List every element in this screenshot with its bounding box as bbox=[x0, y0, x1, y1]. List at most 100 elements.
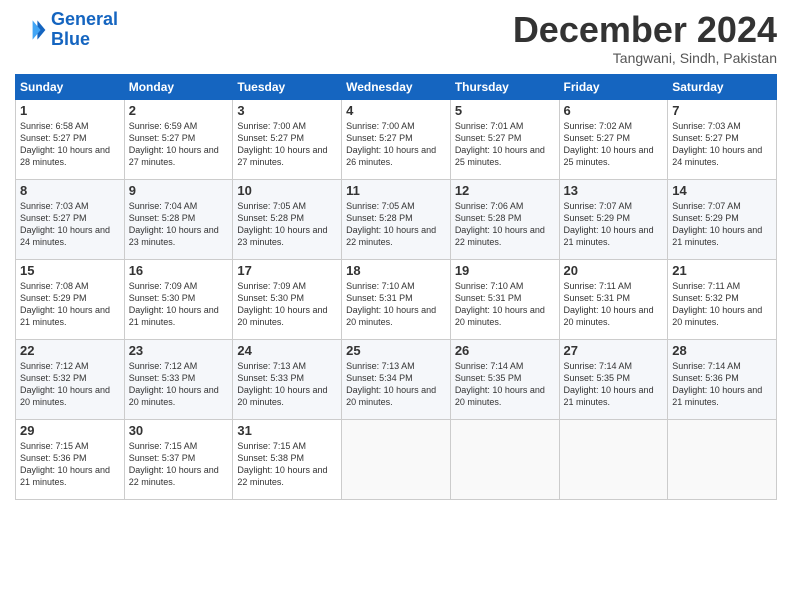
table-row: 23 Sunrise: 7:12 AMSunset: 5:33 PMDayligh… bbox=[124, 339, 233, 419]
day-number: 22 bbox=[20, 343, 120, 358]
day-number: 9 bbox=[129, 183, 229, 198]
table-row: 5 Sunrise: 7:01 AMSunset: 5:27 PMDaylight… bbox=[450, 99, 559, 179]
col-thursday: Thursday bbox=[450, 74, 559, 99]
logo-icon bbox=[15, 14, 47, 46]
day-number: 1 bbox=[20, 103, 120, 118]
col-saturday: Saturday bbox=[668, 74, 777, 99]
header: General Blue December 2024 Tangwani, Sin… bbox=[15, 10, 777, 66]
day-info: Sunrise: 7:00 AMSunset: 5:27 PMDaylight:… bbox=[346, 120, 446, 169]
table-row: 11 Sunrise: 7:05 AMSunset: 5:28 PMDayligh… bbox=[342, 179, 451, 259]
col-monday: Monday bbox=[124, 74, 233, 99]
calendar-row: 29Sunrise: 7:15 AMSunset: 5:36 PMDayligh… bbox=[16, 419, 777, 499]
day-number: 23 bbox=[129, 343, 229, 358]
logo-line1: General bbox=[51, 9, 118, 29]
day-number: 6 bbox=[564, 103, 664, 118]
day-number: 17 bbox=[237, 263, 337, 278]
calendar-row: 8Sunrise: 7:03 AMSunset: 5:27 PMDaylight… bbox=[16, 179, 777, 259]
day-info: Sunrise: 7:08 AMSunset: 5:29 PMDaylight:… bbox=[20, 280, 120, 329]
table-row: 28 Sunrise: 7:14 AMSunset: 5:36 PMDayligh… bbox=[668, 339, 777, 419]
table-row: 15 Sunrise: 7:08 AMSunset: 5:29 PMDayligh… bbox=[16, 259, 125, 339]
table-row: 10 Sunrise: 7:05 AMSunset: 5:28 PMDayligh… bbox=[233, 179, 342, 259]
table-row: 8Sunrise: 7:03 AMSunset: 5:27 PMDaylight… bbox=[16, 179, 125, 259]
day-number: 13 bbox=[564, 183, 664, 198]
day-number: 31 bbox=[237, 423, 337, 438]
table-row: 14Sunrise: 7:07 AMSunset: 5:29 PMDayligh… bbox=[668, 179, 777, 259]
day-info: Sunrise: 7:05 AMSunset: 5:28 PMDaylight:… bbox=[237, 200, 337, 249]
day-number: 3 bbox=[237, 103, 337, 118]
day-info: Sunrise: 7:14 AMSunset: 5:36 PMDaylight:… bbox=[672, 360, 772, 409]
logo-line2: Blue bbox=[51, 30, 118, 50]
table-row: 6Sunrise: 7:02 AMSunset: 5:27 PMDaylight… bbox=[559, 99, 668, 179]
day-info: Sunrise: 7:14 AMSunset: 5:35 PMDaylight:… bbox=[455, 360, 555, 409]
day-number: 16 bbox=[129, 263, 229, 278]
day-info: Sunrise: 7:10 AMSunset: 5:31 PMDaylight:… bbox=[346, 280, 446, 329]
day-number: 5 bbox=[455, 103, 555, 118]
day-info: Sunrise: 7:12 AMSunset: 5:33 PMDaylight:… bbox=[129, 360, 229, 409]
calendar-row: 1 Sunrise: 6:58 AMSunset: 5:27 PMDaylight… bbox=[16, 99, 777, 179]
calendar-page: General Blue December 2024 Tangwani, Sin… bbox=[0, 0, 792, 612]
col-wednesday: Wednesday bbox=[342, 74, 451, 99]
location: Tangwani, Sindh, Pakistan bbox=[513, 50, 777, 66]
table-row: 25 Sunrise: 7:13 AMSunset: 5:34 PMDayligh… bbox=[342, 339, 451, 419]
day-number: 7 bbox=[672, 103, 772, 118]
table-row bbox=[450, 419, 559, 499]
table-row: 2 Sunrise: 6:59 AMSunset: 5:27 PMDaylight… bbox=[124, 99, 233, 179]
table-row: 30 Sunrise: 7:15 AMSunset: 5:37 PMDayligh… bbox=[124, 419, 233, 499]
table-row: 31 Sunrise: 7:15 AMSunset: 5:38 PMDayligh… bbox=[233, 419, 342, 499]
day-info: Sunrise: 7:07 AMSunset: 5:29 PMDaylight:… bbox=[672, 200, 772, 249]
day-info: Sunrise: 7:09 AMSunset: 5:30 PMDaylight:… bbox=[129, 280, 229, 329]
day-info: Sunrise: 7:14 AMSunset: 5:35 PMDaylight:… bbox=[564, 360, 664, 409]
day-number: 15 bbox=[20, 263, 120, 278]
day-number: 19 bbox=[455, 263, 555, 278]
table-row bbox=[559, 419, 668, 499]
day-info: Sunrise: 7:03 AMSunset: 5:27 PMDaylight:… bbox=[672, 120, 772, 169]
day-info: Sunrise: 7:09 AMSunset: 5:30 PMDaylight:… bbox=[237, 280, 337, 329]
day-number: 4 bbox=[346, 103, 446, 118]
table-row: 7 Sunrise: 7:03 AMSunset: 5:27 PMDaylight… bbox=[668, 99, 777, 179]
header-row: Sunday Monday Tuesday Wednesday Thursday… bbox=[16, 74, 777, 99]
day-info: Sunrise: 7:06 AMSunset: 5:28 PMDaylight:… bbox=[455, 200, 555, 249]
day-info: Sunrise: 7:01 AMSunset: 5:27 PMDaylight:… bbox=[455, 120, 555, 169]
table-row: 29Sunrise: 7:15 AMSunset: 5:36 PMDayligh… bbox=[16, 419, 125, 499]
day-number: 20 bbox=[564, 263, 664, 278]
day-number: 11 bbox=[346, 183, 446, 198]
day-info: Sunrise: 7:11 AMSunset: 5:31 PMDaylight:… bbox=[564, 280, 664, 329]
day-info: Sunrise: 7:15 AMSunset: 5:38 PMDaylight:… bbox=[237, 440, 337, 489]
table-row: 18 Sunrise: 7:10 AMSunset: 5:31 PMDayligh… bbox=[342, 259, 451, 339]
table-row: 9 Sunrise: 7:04 AMSunset: 5:28 PMDaylight… bbox=[124, 179, 233, 259]
day-number: 30 bbox=[129, 423, 229, 438]
day-number: 10 bbox=[237, 183, 337, 198]
table-row: 12 Sunrise: 7:06 AMSunset: 5:28 PMDayligh… bbox=[450, 179, 559, 259]
day-info: Sunrise: 7:04 AMSunset: 5:28 PMDaylight:… bbox=[129, 200, 229, 249]
table-row: 24 Sunrise: 7:13 AMSunset: 5:33 PMDayligh… bbox=[233, 339, 342, 419]
col-sunday: Sunday bbox=[16, 74, 125, 99]
day-info: Sunrise: 7:13 AMSunset: 5:34 PMDaylight:… bbox=[346, 360, 446, 409]
table-row: 20 Sunrise: 7:11 AMSunset: 5:31 PMDayligh… bbox=[559, 259, 668, 339]
month-title: December 2024 bbox=[513, 10, 777, 50]
day-number: 26 bbox=[455, 343, 555, 358]
day-info: Sunrise: 7:05 AMSunset: 5:28 PMDaylight:… bbox=[346, 200, 446, 249]
day-info: Sunrise: 6:58 AMSunset: 5:27 PMDaylight:… bbox=[20, 120, 120, 169]
table-row: 26 Sunrise: 7:14 AMSunset: 5:35 PMDayligh… bbox=[450, 339, 559, 419]
day-info: Sunrise: 7:13 AMSunset: 5:33 PMDaylight:… bbox=[237, 360, 337, 409]
day-info: Sunrise: 7:11 AMSunset: 5:32 PMDaylight:… bbox=[672, 280, 772, 329]
day-number: 28 bbox=[672, 343, 772, 358]
day-info: Sunrise: 7:15 AMSunset: 5:37 PMDaylight:… bbox=[129, 440, 229, 489]
logo-text: General Blue bbox=[51, 10, 118, 50]
table-row bbox=[668, 419, 777, 499]
day-info: Sunrise: 7:15 AMSunset: 5:36 PMDaylight:… bbox=[20, 440, 120, 489]
table-row: 1 Sunrise: 6:58 AMSunset: 5:27 PMDaylight… bbox=[16, 99, 125, 179]
day-number: 25 bbox=[346, 343, 446, 358]
table-row: 22 Sunrise: 7:12 AMSunset: 5:32 PMDayligh… bbox=[16, 339, 125, 419]
day-info: Sunrise: 7:12 AMSunset: 5:32 PMDaylight:… bbox=[20, 360, 120, 409]
day-number: 24 bbox=[237, 343, 337, 358]
day-info: Sunrise: 6:59 AMSunset: 5:27 PMDaylight:… bbox=[129, 120, 229, 169]
col-tuesday: Tuesday bbox=[233, 74, 342, 99]
day-number: 2 bbox=[129, 103, 229, 118]
day-number: 18 bbox=[346, 263, 446, 278]
col-friday: Friday bbox=[559, 74, 668, 99]
table-row: 3Sunrise: 7:00 AMSunset: 5:27 PMDaylight… bbox=[233, 99, 342, 179]
day-info: Sunrise: 7:10 AMSunset: 5:31 PMDaylight:… bbox=[455, 280, 555, 329]
day-number: 12 bbox=[455, 183, 555, 198]
calendar-row: 15 Sunrise: 7:08 AMSunset: 5:29 PMDayligh… bbox=[16, 259, 777, 339]
